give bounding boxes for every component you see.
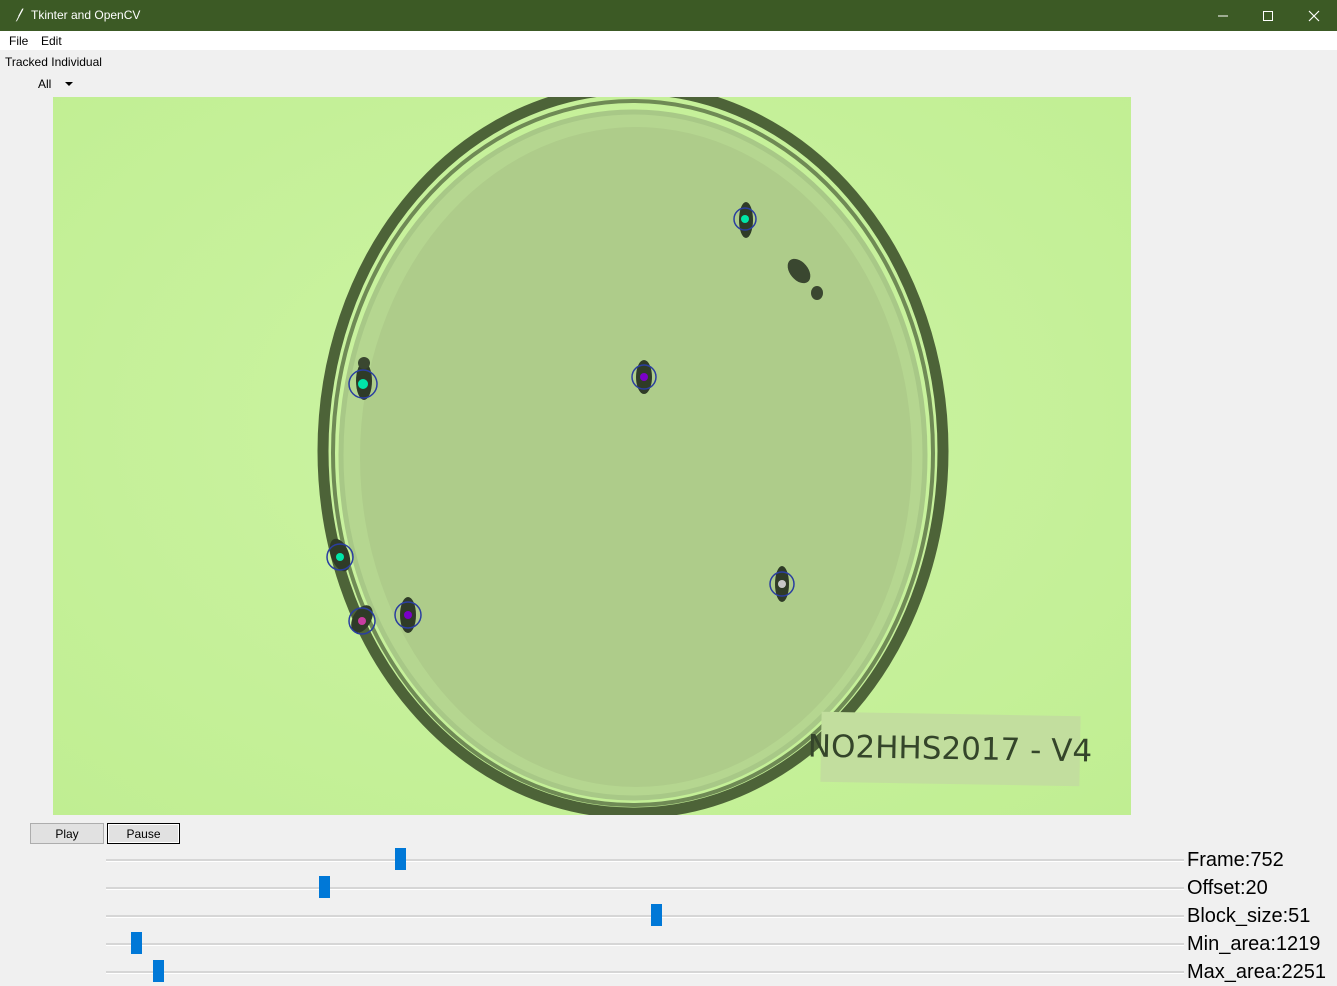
slider-track [106,971,1184,974]
play-button[interactable]: Play [30,823,104,844]
plate-label: NO2HHS2017 - V4 [808,711,1093,787]
pause-button[interactable]: Pause [107,823,180,844]
slider-thumb[interactable] [152,960,164,982]
min-area-label: Min_area:1219 [1187,933,1321,955]
slider-track [106,915,1184,918]
menu-edit[interactable]: Edit [41,34,62,48]
offset-slider[interactable] [106,874,1184,902]
max-area-label: Max_area:2251 [1187,961,1326,983]
close-icon [1308,10,1320,21]
feather-icon [14,8,24,23]
max-area-slider[interactable] [106,958,1184,986]
slider-thumb[interactable] [650,904,662,926]
maximize-icon [1263,10,1273,21]
minimize-button[interactable] [1200,0,1246,31]
min-area-slider[interactable] [106,930,1184,958]
chevron-down-icon [65,82,73,86]
minimize-icon [1218,15,1228,16]
dropdown-selected-value: All [38,77,52,91]
title-bar: Tkinter and OpenCV [0,0,1337,31]
menu-bar: File Edit [0,31,1337,50]
slider-track [106,887,1184,890]
slider-track [106,943,1184,946]
window-title: Tkinter and OpenCV [31,8,141,22]
plate-label-text: NO2HHS2017 - V4 [808,729,1093,770]
frame-slider[interactable] [106,846,1184,874]
block-size-slider[interactable] [106,902,1184,930]
slider-thumb[interactable] [131,932,143,954]
slider-thumb[interactable] [395,848,407,870]
slider-track [106,859,1184,862]
block-size-label: Block_size:51 [1187,905,1311,927]
maximize-button[interactable] [1245,0,1291,31]
video-frame: NO2HHS2017 - V4 [53,97,1131,815]
slider-thumb[interactable] [318,876,330,898]
close-button[interactable] [1291,0,1337,31]
frame-label: Frame:752 [1187,849,1284,871]
tracked-individual-dropdown[interactable]: All [31,74,79,92]
offset-label: Offset:20 [1187,877,1268,899]
tracked-individual-label: Tracked Individual [5,55,102,69]
menu-file[interactable]: File [9,34,28,48]
